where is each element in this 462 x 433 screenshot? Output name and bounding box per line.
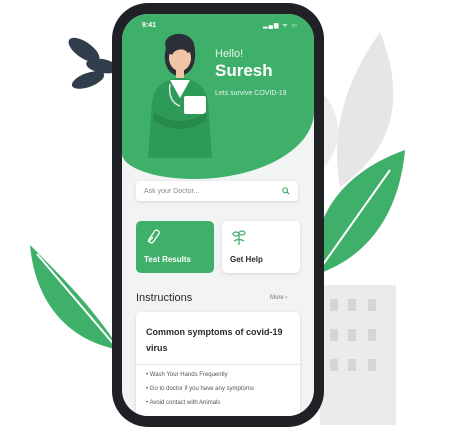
get-help-label: Get Help xyxy=(230,255,263,264)
green-leaf-left-decoration xyxy=(30,245,120,350)
search-input[interactable] xyxy=(144,187,274,195)
symptoms-title: Common symptoms of covid-19 virus xyxy=(146,327,283,353)
test-tube-icon xyxy=(147,229,160,244)
search-bar[interactable] xyxy=(136,181,298,201)
status-icons: ▂▄▆ ᯤ ▭ xyxy=(263,23,298,29)
instructions-list: Wash Your Hands Frequently Go to doctor … xyxy=(146,372,254,414)
list-item: Go to doctor if you have any symptoms xyxy=(146,386,254,392)
list-item: Avoid contact with Animals xyxy=(146,400,254,406)
building-decoration xyxy=(320,285,396,425)
list-item: Wash Your Hands Frequently xyxy=(146,372,254,378)
test-results-label: Test Results xyxy=(144,255,191,264)
symptoms-card[interactable]: Common symptoms of covid-19 virus Wash Y… xyxy=(136,312,300,416)
divider xyxy=(136,364,300,365)
get-help-card[interactable]: Get Help xyxy=(222,221,300,273)
header-banner: 9:41 ▂▄▆ ᯤ ▭ Hello! Suresh Lets survive … xyxy=(122,14,314,179)
greeting-text: Hello! xyxy=(215,48,244,60)
greeting-subtitle: Lets survive COVID-19 xyxy=(215,90,287,97)
phone-screen: 9:41 ▂▄▆ ᯤ ▭ Hello! Suresh Lets survive … xyxy=(122,14,314,416)
user-name: Suresh xyxy=(215,61,273,80)
help-plant-icon xyxy=(232,230,246,245)
doctor-illustration xyxy=(148,33,212,158)
instructions-heading: Instructions xyxy=(136,292,193,304)
search-icon[interactable] xyxy=(282,187,290,195)
test-results-card[interactable]: Test Results xyxy=(136,221,214,273)
more-link[interactable]: More › xyxy=(270,295,287,301)
